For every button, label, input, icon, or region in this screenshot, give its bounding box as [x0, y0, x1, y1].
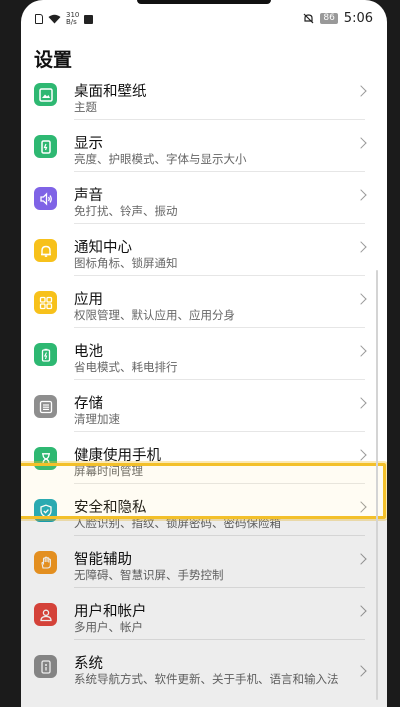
sound-icon [34, 187, 57, 210]
sim-card-icon [35, 14, 43, 24]
wifi-icon [48, 14, 61, 24]
bell-icon [34, 239, 57, 262]
status-left: 310 B/s [35, 12, 94, 26]
chevron-right-icon [355, 85, 367, 97]
settings-item-wallpaper[interactable]: 桌面和壁纸 主题 [21, 68, 387, 120]
item-subtitle: 免打扰、铃声、振动 [74, 204, 178, 218]
hand-icon [34, 551, 57, 574]
status-right: 86 5:06 [303, 11, 373, 26]
notification-square-icon [84, 14, 94, 24]
settings-item-smart-assistance[interactable]: 智能辅助 无障碍、智慧识屏、手势控制 [21, 536, 387, 588]
item-subtitle: 主题 [74, 100, 97, 114]
item-subtitle: 省电模式、耗电排行 [74, 360, 178, 374]
item-title: 系统 [74, 656, 103, 672]
network-speed-unit: B/s [66, 18, 77, 26]
item-subtitle: 系统导航方式、软件更新、关于手机、语言和输入法 [74, 672, 339, 686]
chevron-right-icon [355, 189, 367, 201]
clock: 5:06 [343, 11, 373, 26]
chevron-right-icon [355, 397, 367, 409]
settings-item-system[interactable]: 系统 系统导航方式、软件更新、关于手机、语言和输入法 [21, 640, 387, 707]
battery-icon [34, 343, 57, 366]
settings-item-users-accounts[interactable]: 用户和帐户 多用户、帐户 [21, 588, 387, 640]
settings-item-battery[interactable]: 电池 省电模式、耗电排行 [21, 328, 387, 380]
settings-screen: 310 B/s 86 5:06 设置 桌面和壁纸 主题 显示 亮度、护眼模式、字… [21, 0, 387, 707]
network-speed: 310 B/s [66, 12, 79, 26]
status-bar: 310 B/s 86 5:06 [21, 0, 387, 36]
settings-item-display[interactable]: 显示 亮度、护眼模式、字体与显示大小 [21, 120, 387, 172]
chevron-right-icon [355, 665, 367, 677]
item-title: 声音 [74, 188, 103, 204]
settings-item-sound[interactable]: 声音 免打扰、铃声、振动 [21, 172, 387, 224]
settings-item-storage[interactable]: 存储 清理加速 [21, 380, 387, 432]
apps-grid-icon [34, 291, 57, 314]
mute-bell-icon [303, 13, 314, 24]
item-title: 用户和帐户 [74, 604, 147, 620]
chevron-right-icon [355, 241, 367, 253]
item-title: 通知中心 [74, 240, 132, 256]
item-title: 电池 [74, 344, 103, 360]
storage-icon [34, 395, 57, 418]
item-subtitle: 多用户、帐户 [74, 620, 143, 634]
chevron-right-icon [355, 605, 367, 617]
settings-item-apps[interactable]: 应用 权限管理、默认应用、应用分身 [21, 276, 387, 328]
chevron-right-icon [355, 553, 367, 565]
highlight-frame [21, 463, 386, 519]
item-subtitle: 无障碍、智慧识屏、手势控制 [74, 568, 224, 582]
settings-list: 桌面和壁纸 主题 显示 亮度、护眼模式、字体与显示大小 声音 免打扰、铃声、振动 [21, 68, 387, 707]
chevron-right-icon [355, 293, 367, 305]
system-icon [34, 655, 57, 678]
item-title: 桌面和壁纸 [74, 84, 147, 100]
user-icon [34, 603, 57, 626]
item-subtitle: 图标角标、锁屏通知 [74, 256, 178, 270]
item-title: 健康使用手机 [74, 448, 161, 464]
chevron-right-icon [355, 137, 367, 149]
scrollbar[interactable] [376, 270, 378, 700]
wallpaper-icon [34, 83, 57, 106]
item-title: 存储 [74, 396, 103, 412]
item-title: 显示 [74, 136, 103, 152]
chevron-right-icon [355, 345, 367, 357]
item-subtitle: 权限管理、默认应用、应用分身 [74, 308, 235, 322]
battery-level: 86 [320, 13, 338, 24]
settings-item-notifications[interactable]: 通知中心 图标角标、锁屏通知 [21, 224, 387, 276]
item-title: 智能辅助 [74, 552, 132, 568]
item-subtitle: 清理加速 [74, 412, 120, 426]
item-title: 应用 [74, 292, 103, 308]
item-subtitle: 亮度、护眼模式、字体与显示大小 [74, 152, 247, 166]
chevron-right-icon [355, 449, 367, 461]
display-icon [34, 135, 57, 158]
